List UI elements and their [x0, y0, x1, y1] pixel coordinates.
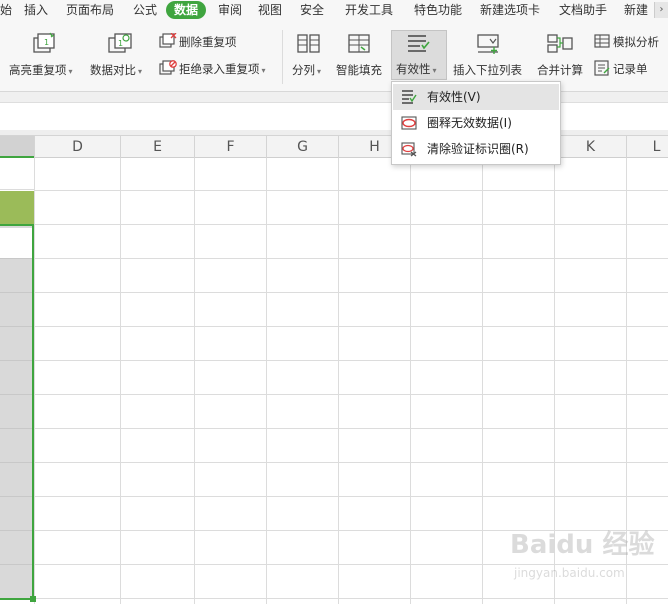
grid-line [0, 564, 32, 565]
grid-line [0, 292, 32, 293]
split-columns-label: 分列 [292, 63, 315, 77]
grid-line [0, 360, 32, 361]
split-columns-icon [297, 34, 320, 53]
grid-line [34, 326, 668, 327]
menu-item-validity-label: 有效性(V) [427, 90, 481, 104]
insert-dropdown-list-icon [477, 34, 499, 54]
grid-line [34, 292, 668, 293]
grid-line [34, 224, 668, 225]
grid-line [34, 496, 668, 497]
grid-line [34, 598, 668, 599]
tab-data[interactable]: 数据 [166, 1, 207, 19]
highlight-duplicates-icon: 1 [33, 32, 55, 53]
column-header-row: D E F G H I J K L [0, 136, 668, 158]
delete-duplicates-icon [159, 33, 177, 48]
grid-line [0, 530, 32, 531]
grid-line [0, 258, 32, 259]
chevron-down-icon: ▾ [317, 67, 322, 76]
cell[interactable] [0, 158, 34, 190]
validity-button[interactable]: 有效性 ▾ [391, 30, 447, 80]
grid-line [0, 428, 32, 429]
highlight-duplicates-label: 高亮重复项 [9, 63, 67, 77]
grid-line [34, 258, 668, 259]
validity-icon [408, 35, 430, 52]
merge-calc-icon [547, 34, 573, 53]
column-header-k[interactable]: K [554, 136, 626, 158]
tab-special[interactable]: 特色功能 [414, 1, 462, 19]
column-header-f[interactable]: F [194, 136, 266, 158]
data-compare-icon: 1 [108, 33, 132, 53]
grid-line [34, 462, 668, 463]
reject-duplicates-label: 拒绝录入重复项 [179, 62, 260, 76]
column-header-e[interactable]: E [120, 136, 194, 158]
chevron-down-icon: ▾ [432, 66, 437, 75]
grid-line [0, 394, 32, 395]
active-cell[interactable] [0, 228, 32, 258]
tab-review[interactable]: 审阅 [218, 1, 242, 19]
formula-bar[interactable] [0, 104, 668, 130]
smart-fill-label: 智能填充 [336, 63, 382, 77]
menu-item-validity[interactable]: 有效性(V) [393, 84, 559, 110]
record-form-icon [594, 60, 610, 76]
grid-line [0, 462, 32, 463]
watermark-url: jingyan.baidu.com [514, 566, 625, 580]
grid-line [0, 326, 32, 327]
tab-formula[interactable]: 公式 [133, 1, 157, 19]
tab-page-layout[interactable]: 页面布局 [66, 1, 114, 19]
grid-line [0, 496, 32, 497]
svg-text:1: 1 [118, 39, 123, 48]
grid-line [34, 428, 668, 429]
fill-handle[interactable] [30, 596, 36, 602]
validity-dropdown-menu: 有效性(V) 圈释无效数据(I) 清除验证标识圈(R) [391, 81, 561, 165]
clear-circles-icon [401, 142, 417, 157]
selected-range[interactable] [0, 224, 34, 600]
baidu-watermark: Baidu 经验 jingyan.baidu.com [500, 520, 660, 590]
column-header-l[interactable]: L [626, 136, 668, 158]
smart-fill-icon [348, 34, 370, 53]
tab-scroll-right-icon[interactable]: › [654, 2, 668, 18]
column-header-g[interactable]: G [266, 136, 338, 158]
reject-duplicates-icon [159, 60, 177, 75]
insert-dropdown-list-label: 插入下拉列表 [453, 63, 522, 77]
grid-line [34, 190, 668, 191]
ribbon-toolbar: 1 高亮重复项 ▾ 1 数据对比 ▾ 删除重复项 拒绝录入重复项 ▾ 分列 ▾ … [0, 20, 668, 92]
menu-item-circle-invalid-label: 圈释无效数据(I) [427, 116, 512, 130]
tab-insert[interactable]: 插入 [24, 1, 48, 19]
delete-duplicates-label: 删除重复项 [179, 35, 237, 49]
tab-view[interactable]: 视图 [258, 1, 282, 19]
tab-security[interactable]: 安全 [300, 1, 324, 19]
ribbon-bottom-strip [0, 92, 668, 103]
grid-line [34, 360, 668, 361]
record-form-label: 记录单 [613, 62, 648, 76]
column-header-d[interactable]: D [34, 136, 120, 158]
menu-item-clear-circles-label: 清除验证标识圈(R) [427, 142, 529, 156]
simulate-analysis-label: 模拟分析 [613, 35, 659, 49]
tab-new-tab[interactable]: 新建选项卡 [480, 1, 540, 19]
watermark-text: Baidu 经验 [510, 530, 655, 560]
chevron-down-icon: ▾ [261, 66, 266, 75]
circle-invalid-icon [401, 116, 417, 130]
header-cell-filled[interactable] [0, 191, 34, 224]
data-compare-label: 数据对比 [90, 63, 136, 77]
tab-home[interactable]: 始 [0, 1, 12, 19]
chevron-down-icon: ▾ [138, 67, 143, 76]
menu-item-circle-invalid[interactable]: 圈释无效数据(I) [393, 110, 559, 136]
chevron-down-icon: ▾ [68, 67, 73, 76]
menu-item-clear-circles[interactable]: 清除验证标识圈(R) [393, 136, 559, 162]
validity-label: 有效性 [396, 62, 431, 76]
ribbon-divider [282, 30, 283, 84]
simulate-analysis-icon [594, 34, 610, 48]
svg-text:1: 1 [44, 38, 49, 47]
merge-calc-label: 合并计算 [537, 63, 583, 77]
tab-developer[interactable]: 开发工具 [345, 1, 393, 19]
menu-tab-bar: 始 插入 页面布局 公式 数据 审阅 视图 安全 开发工具 特色功能 新建选项卡… [0, 0, 668, 20]
grid-line [34, 394, 668, 395]
tab-doc-assistant[interactable]: 文档助手 [559, 1, 607, 19]
validity-icon [402, 90, 417, 104]
column-header-selected[interactable] [0, 136, 34, 158]
tab-new[interactable]: 新建 [624, 1, 648, 19]
